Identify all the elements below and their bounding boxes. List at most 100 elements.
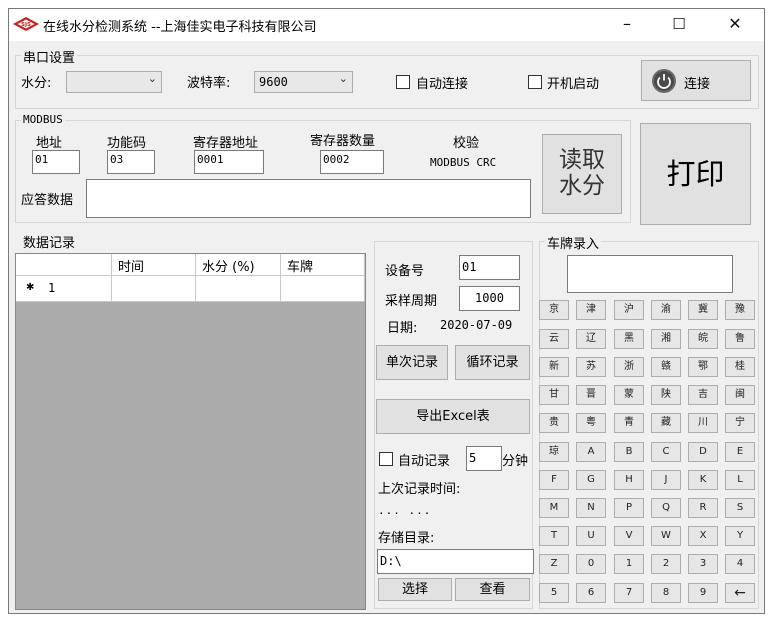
baud-rate-select[interactable]: 9600 ⌄ <box>254 71 353 93</box>
plate-key[interactable]: 甘 <box>539 385 569 405</box>
plate-key[interactable]: 沪 <box>614 300 644 320</box>
close-button[interactable]: ✕ <box>711 9 759 41</box>
plate-key[interactable]: M <box>539 498 569 518</box>
grid-header-time[interactable]: 时间 <box>112 254 196 276</box>
device-number-input[interactable]: 01 <box>459 255 520 280</box>
address-input[interactable]: 01 <box>32 150 80 174</box>
plate-key[interactable]: 鲁 <box>725 329 755 349</box>
plate-key[interactable]: 桂 <box>725 357 755 377</box>
plate-key[interactable]: 冀 <box>688 300 718 320</box>
maximize-button[interactable]: ☐ <box>655 9 703 41</box>
plate-key[interactable]: 9 <box>688 583 718 603</box>
response-data-field[interactable] <box>86 179 531 218</box>
plate-key[interactable]: 陕 <box>651 385 681 405</box>
connect-button[interactable]: 连接 <box>641 60 751 101</box>
plate-key[interactable]: X <box>688 526 718 546</box>
plate-key[interactable]: 苏 <box>576 357 606 377</box>
register-count-input[interactable]: 0002 <box>320 150 384 174</box>
plate-key[interactable]: 琼 <box>539 442 569 462</box>
plate-key[interactable]: 粤 <box>576 413 606 433</box>
auto-record-checkbox[interactable] <box>379 452 393 466</box>
loop-record-button[interactable]: 循环记录 <box>455 345 530 380</box>
minimize-button[interactable]: – <box>603 9 651 41</box>
plate-key[interactable]: D <box>688 442 718 462</box>
cell-moisture[interactable] <box>196 276 281 302</box>
plate-key[interactable]: 川 <box>688 413 718 433</box>
plate-key[interactable]: W <box>651 526 681 546</box>
plate-key[interactable]: 0 <box>576 554 606 574</box>
table-row[interactable]: ✱ 1 <box>16 276 112 302</box>
backspace-key[interactable]: ← <box>725 583 755 603</box>
plate-key[interactable]: Y <box>725 526 755 546</box>
print-button[interactable]: 打印 <box>640 123 751 225</box>
auto-record-minutes-input[interactable]: 5 <box>466 446 502 471</box>
plate-key[interactable]: R <box>688 498 718 518</box>
plate-key[interactable]: 7 <box>614 583 644 603</box>
plate-key[interactable]: K <box>688 470 718 490</box>
plate-key[interactable]: 京 <box>539 300 569 320</box>
view-directory-button[interactable]: 查看 <box>455 578 530 601</box>
plate-key[interactable]: 吉 <box>688 385 718 405</box>
plate-key[interactable]: 3 <box>688 554 718 574</box>
moisture-port-select[interactable]: ⌄ <box>66 71 162 93</box>
plate-key[interactable]: 浙 <box>614 357 644 377</box>
function-code-input[interactable]: 03 <box>107 150 155 174</box>
plate-key[interactable]: 青 <box>614 413 644 433</box>
plate-key[interactable]: P <box>614 498 644 518</box>
plate-key[interactable]: S <box>725 498 755 518</box>
grid-header-moisture[interactable]: 水分 (%) <box>196 254 281 276</box>
plate-key[interactable]: 5 <box>539 583 569 603</box>
plate-key[interactable]: L <box>725 470 755 490</box>
plate-key[interactable]: A <box>576 442 606 462</box>
auto-connect-checkbox[interactable] <box>396 75 410 89</box>
plate-key[interactable]: U <box>576 526 606 546</box>
plate-key[interactable]: 湘 <box>651 329 681 349</box>
plate-key[interactable]: T <box>539 526 569 546</box>
single-record-button[interactable]: 单次记录 <box>376 345 448 380</box>
plate-key[interactable]: 晋 <box>576 385 606 405</box>
plate-key[interactable]: H <box>614 470 644 490</box>
plate-key[interactable]: 皖 <box>688 329 718 349</box>
plate-key[interactable]: 宁 <box>725 413 755 433</box>
plate-key[interactable]: 鄂 <box>688 357 718 377</box>
export-excel-button[interactable]: 导出Excel表 <box>376 399 530 434</box>
sample-period-input[interactable]: 1000 <box>459 286 520 311</box>
plate-key[interactable]: 1 <box>614 554 644 574</box>
plate-key[interactable]: 赣 <box>651 357 681 377</box>
cell-plate[interactable] <box>281 276 365 302</box>
plate-key[interactable]: 津 <box>576 300 606 320</box>
storage-directory-input[interactable]: D:\ <box>377 549 534 574</box>
plate-key[interactable]: 豫 <box>725 300 755 320</box>
records-grid[interactable]: 时间 水分 (%) 车牌 ✱ 1 <box>15 253 366 610</box>
choose-directory-button[interactable]: 选择 <box>378 578 452 601</box>
plate-key[interactable]: 2 <box>651 554 681 574</box>
plate-key[interactable]: C <box>651 442 681 462</box>
plate-key[interactable]: F <box>539 470 569 490</box>
plate-key[interactable]: Z <box>539 554 569 574</box>
plate-key[interactable]: G <box>576 470 606 490</box>
grid-header-plate[interactable]: 车牌 <box>281 254 365 276</box>
plate-key[interactable]: 藏 <box>651 413 681 433</box>
register-address-input[interactable]: 0001 <box>194 150 264 174</box>
plate-key[interactable]: 6 <box>576 583 606 603</box>
plate-key[interactable]: E <box>725 442 755 462</box>
plate-key[interactable]: J <box>651 470 681 490</box>
plate-display-field[interactable] <box>567 255 733 293</box>
boot-start-checkbox[interactable] <box>528 75 542 89</box>
plate-key[interactable]: 新 <box>539 357 569 377</box>
plate-key[interactable]: N <box>576 498 606 518</box>
plate-key[interactable]: B <box>614 442 644 462</box>
plate-key[interactable]: 渝 <box>651 300 681 320</box>
plate-key[interactable]: 8 <box>651 583 681 603</box>
plate-key[interactable]: 蒙 <box>614 385 644 405</box>
plate-key[interactable]: 辽 <box>576 329 606 349</box>
plate-key[interactable]: Q <box>651 498 681 518</box>
plate-key[interactable]: 贵 <box>539 413 569 433</box>
plate-key[interactable]: 4 <box>725 554 755 574</box>
plate-key[interactable]: 黑 <box>614 329 644 349</box>
plate-key[interactable]: V <box>614 526 644 546</box>
cell-time[interactable] <box>112 276 196 302</box>
read-moisture-button[interactable]: 读取 水分 <box>542 134 622 214</box>
plate-key[interactable]: 闽 <box>725 385 755 405</box>
plate-key[interactable]: 云 <box>539 329 569 349</box>
